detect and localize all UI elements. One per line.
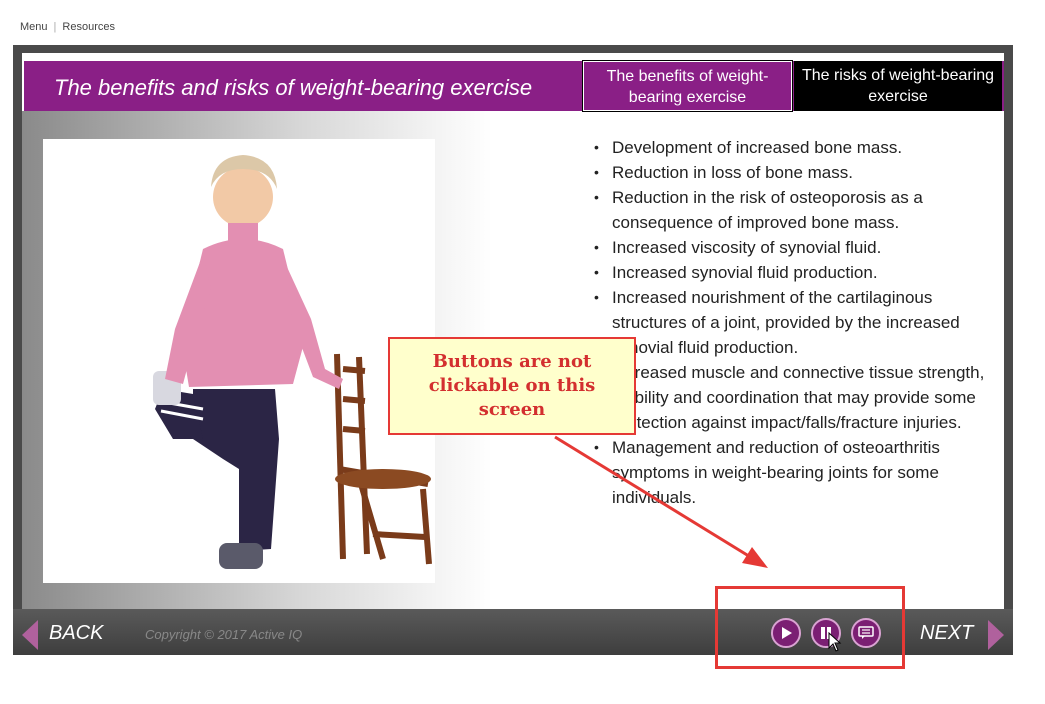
resources-link[interactable]: Resources [62, 21, 115, 33]
list-item: Development of increased bone mass. [592, 135, 992, 160]
nav-separator: | [53, 21, 57, 33]
highlight-box [715, 586, 905, 669]
back-button[interactable]: BACK [49, 622, 103, 645]
next-arrow-icon[interactable] [988, 620, 1004, 650]
exercise-photo [43, 139, 435, 583]
list-item: Increased muscle and connective tissue s… [592, 360, 992, 435]
list-item: Reduction in loss of bone mass. [592, 160, 992, 185]
list-item: Management and reduction of osteoarthrit… [592, 435, 992, 510]
menu-link[interactable]: Menu [20, 21, 48, 33]
tab-risks[interactable]: The risks of weight-bearing exercise [794, 61, 1002, 111]
copyright-text: Copyright © 2017 Active IQ [145, 627, 303, 642]
next-button[interactable]: NEXT [920, 622, 973, 645]
benefits-list: Development of increased bone mass. Redu… [592, 135, 992, 510]
list-item: Reduction in the risk of osteoporosis as… [592, 185, 992, 235]
tab-benefits[interactable]: The benefits of weight-bearing exercise [582, 60, 793, 112]
list-item: Increased nourishment of the cartilagino… [592, 285, 992, 360]
back-arrow-icon[interactable] [22, 620, 38, 650]
annotation-callout: Buttons are not clickable on this screen [388, 337, 636, 435]
slide-content: The benefits and risks of weight-bearing… [22, 53, 1004, 609]
woman-with-chair-illustration [153, 155, 432, 569]
page-title: The benefits and risks of weight-bearing… [54, 75, 533, 100]
top-nav: Menu | Resources [20, 21, 121, 33]
list-item: Increased viscosity of synovial fluid. [592, 235, 992, 260]
list-item: Increased synovial fluid production. [592, 260, 992, 285]
